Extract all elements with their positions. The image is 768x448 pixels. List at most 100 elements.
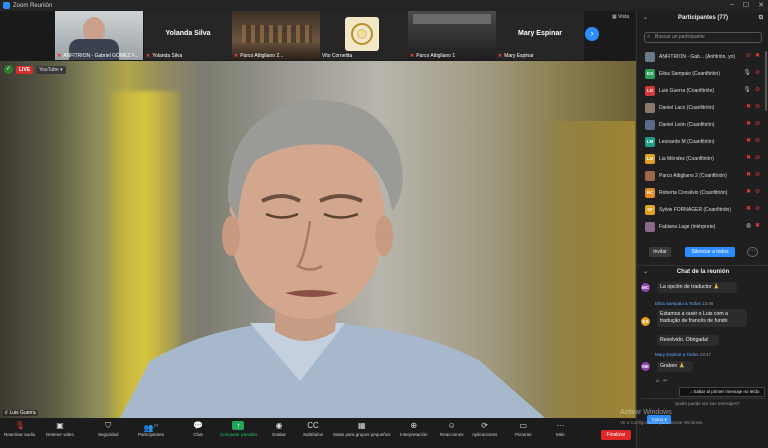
interpretation-button[interactable]: ⊕ Interpretación — [400, 421, 428, 437]
speaker-name-label: ıl Luis Guerra — [3, 410, 38, 416]
view-button[interactable]: ▦ Vista — [612, 14, 629, 20]
video-off-icon: ⊘ — [754, 70, 760, 76]
video-off-icon: ⊘ — [754, 104, 760, 110]
avatar: ES — [641, 317, 650, 326]
avatar: ME — [641, 362, 650, 371]
avatar — [645, 51, 655, 62]
video-tile[interactable]: ✖ Parco Attigliano 2... — [232, 11, 320, 60]
minimize-icon[interactable]: – — [730, 1, 734, 9]
video-off-icon: ⊘ — [754, 155, 760, 161]
chevron-down-icon[interactable]: ⌄ — [643, 11, 648, 25]
mic-icon: 🎙 — [743, 87, 751, 93]
windows-activation-subtext: Ve a Configuración para activar Windows. — [620, 420, 704, 425]
globe-icon: ◍ — [745, 223, 751, 229]
record-button[interactable]: ◉ Grabar — [272, 421, 286, 437]
mic-muted-icon: ✖ — [745, 121, 751, 127]
video-tile[interactable]: Vito Cornetita — [320, 11, 408, 60]
message-meta: Mary Espinar a Todos 13:47 — [655, 352, 711, 357]
apps-button[interactable]: ⟳ Aplicaciones — [472, 421, 497, 437]
participant-row[interactable]: ANFITRION - Gab... (Anfitrión, yo) ⊘ ✖ — [637, 48, 768, 65]
message-bubble: Resolvido. Obrigada! — [657, 335, 719, 346]
video-off-icon: ⊘ — [754, 206, 760, 212]
audio-level-icon: ıl — [5, 410, 8, 416]
tile-center-name: Yolanda Silva — [165, 30, 211, 37]
jump-unread-button[interactable]: ↓ Saltar al primer mensaje no leído — [679, 387, 765, 397]
more-icon: ··· — [556, 421, 565, 430]
participant-row[interactable]: LM Lia Méndez (Coanfitrión) ✖ ⊘ — [637, 150, 768, 167]
maximize-icon[interactable]: ☐ — [743, 1, 749, 9]
youtube-stream-badge[interactable]: YouTube ▾ — [36, 65, 66, 74]
chevron-down-icon[interactable]: ⌄ — [643, 266, 648, 278]
unmute-button[interactable]: 🎙 Reactivar audio — [4, 421, 35, 437]
search-icon: ⌕ — [647, 34, 651, 40]
mic-muted-icon: ✖ — [57, 53, 62, 59]
video-tile[interactable]: ✖ Parco Attigliano 1 — [408, 11, 496, 60]
mic-muted-icon: ✖ — [234, 53, 239, 59]
participant-row[interactable]: ES Elisa Sampaio (Coanfitrión) 🎙 ⊘ — [637, 65, 768, 82]
video-tile[interactable]: Yolanda Silva ✖ Yolanda Silva — [144, 11, 232, 60]
mic-icon: 🎙 — [743, 70, 751, 76]
windows-activation-watermark: Activar Windows — [620, 409, 672, 416]
security-button[interactable]: ⛉ Seguridad — [98, 421, 119, 437]
active-speaker-video: ✓ LIVE YouTube ▾ ıl Luis Guerra — [0, 61, 636, 418]
reply-icon[interactable]: ↩ — [663, 378, 667, 384]
participant-row[interactable]: LG Luis Guerra (Coanfitrión) 🎙 ⊘ — [637, 82, 768, 99]
end-meeting-button[interactable]: Finalizar — [601, 430, 631, 440]
participant-row[interactable]: Parco Attigliano 2 (Coanfitrión) ✖ ⊘ — [637, 167, 768, 184]
participant-row[interactable]: RC Roberta Consilvio (Coanfitrión) ✖ ⊘ — [637, 184, 768, 201]
window-title: Zoom Reunión — [13, 2, 53, 9]
emoji-icon[interactable]: ☺ — [655, 378, 660, 384]
cc-icon: CC — [307, 421, 319, 430]
mute-all-button[interactable]: Silenciar a todos — [685, 247, 735, 257]
participant-row[interactable]: Fabiana Lage (intérprete) ◍ ✖ — [637, 218, 768, 235]
gallery-strip: ✖ ANFITRION - Gabriel GOMEZ F... Yolanda … — [0, 11, 636, 61]
video-off-icon: ⊘ — [754, 138, 760, 144]
avatar — [645, 119, 655, 130]
mic-muted-icon: ✖ — [745, 155, 751, 161]
chat-button[interactable]: 💬 Chat — [193, 421, 203, 437]
message-bubble: Estamos a ouvir o Luis com a tradução de… — [657, 309, 747, 327]
mic-muted-icon: ✖ — [754, 53, 760, 59]
avatar: RC — [645, 187, 655, 198]
popout-icon[interactable]: ⧉ — [759, 11, 763, 25]
whiteboard-icon: ▭ — [519, 421, 528, 430]
invite-button[interactable]: Invitar — [649, 247, 671, 257]
participant-row[interactable]: Daniel Laco (Coanfitrión) ✖ ⊘ — [637, 99, 768, 116]
next-page-button[interactable]: › — [585, 27, 599, 41]
avatar — [645, 102, 655, 113]
avatar — [645, 221, 655, 232]
avatar — [645, 170, 655, 181]
participants-button[interactable]: 👥77 Participantes — [138, 421, 164, 437]
chat-header: ⌄ Chat de la reunión — [637, 266, 768, 278]
tile-center-name: Mary Espinar — [518, 30, 562, 37]
close-icon[interactable]: ✕ — [758, 1, 764, 9]
mic-muted-icon: ✖ — [745, 104, 751, 110]
chat-reaction-bar: ☺ ↩ — [655, 378, 667, 384]
encryption-shield-icon[interactable]: ✓ — [4, 65, 13, 74]
share-screen-button[interactable]: ↑ Compartir pantalla — [220, 421, 257, 437]
people-icon: 👥77 — [143, 423, 159, 433]
breakout-icon: ▦ — [357, 421, 366, 430]
whiteboards-button[interactable]: ▭ Pizarras — [515, 421, 532, 437]
avatar: LM — [645, 153, 655, 164]
live-badge[interactable]: LIVE — [16, 65, 34, 74]
more-options-button[interactable]: ··· — [747, 247, 758, 257]
chat-icon: 💬 — [193, 421, 203, 430]
record-icon: ◉ — [275, 421, 283, 430]
participant-row[interactable]: SF Sylvie FORNAGER (Coanfitrión) ✖ ⊘ — [637, 201, 768, 218]
video-tile[interactable]: Mary Espinar ✖ Mary Espinar — [496, 11, 584, 60]
mic-muted-icon: ✖ — [754, 223, 760, 229]
more-button[interactable]: ··· Más — [556, 421, 565, 437]
participant-search-input[interactable]: ⌕ Buscar un participante — [644, 32, 762, 43]
breakout-rooms-button[interactable]: ▦ Salas para grupos pequeños — [333, 421, 391, 437]
participant-row[interactable]: Daniel León (Coanfitrión) ✖ ⊘ — [637, 116, 768, 133]
chat-input[interactable]: Quién puede ver sus mensajes? — [641, 398, 765, 408]
video-tile[interactable]: ✖ ANFITRION - Gabriel GOMEZ F... — [55, 11, 143, 60]
captions-button[interactable]: CC Subtítulos — [303, 421, 323, 437]
reactions-button[interactable]: ☺ Reacciones — [440, 421, 464, 437]
stop-video-button[interactable]: ▣ Detener video — [46, 421, 74, 437]
participant-row[interactable]: LM Leonardo M (Coanfitrión) ✖ ⊘ — [637, 133, 768, 150]
video-off-icon: ⊘ — [754, 172, 760, 178]
logo-icon — [351, 23, 373, 45]
title-bar: Zoom Reunión – ☐ ✕ — [0, 0, 768, 11]
